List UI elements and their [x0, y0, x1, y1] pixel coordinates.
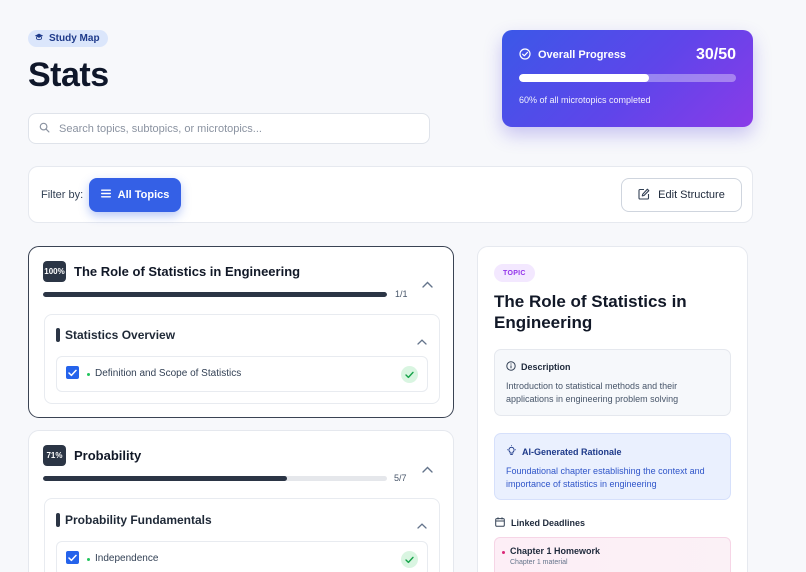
topic-progress-count: 1/1 [395, 289, 408, 299]
filter-label: Filter by: [41, 189, 84, 201]
search-icon [39, 120, 50, 138]
topic-progress-fill [43, 292, 387, 297]
topic-card[interactable]: 71% Probability 5/7 Probability Fundamen… [28, 430, 454, 572]
overall-progress-caption: 60% of all microtopics completed [519, 95, 651, 105]
chevron-up-icon[interactable] [422, 275, 433, 293]
description-label: Description [521, 362, 571, 372]
graduation-cap-icon [34, 32, 44, 45]
deadline-item[interactable]: Chapter 1 Homework Chapter 1 material [494, 537, 731, 572]
description-box: Description Introduction to statistical … [494, 349, 731, 416]
info-icon [506, 361, 516, 373]
deadline-dot [502, 551, 505, 554]
microtopic-row[interactable]: Independence [56, 541, 428, 572]
deadline-title: Chapter 1 Homework [510, 546, 601, 556]
ai-rationale-label: AI-Generated Rationale [522, 446, 622, 457]
subtopic-title: Statistics Overview [65, 328, 176, 342]
check-circle-icon [519, 47, 531, 63]
overall-progress-card: Overall Progress 30/50 60% of all microt… [502, 30, 753, 127]
subtopic-accent [56, 328, 60, 342]
overall-progress-label: Overall Progress [538, 49, 627, 61]
subtopic-title: Probability Fundamentals [65, 513, 212, 527]
topic-progress-bar [43, 292, 387, 297]
chevron-up-icon[interactable] [422, 460, 433, 478]
edit-structure-button[interactable]: Edit Structure [621, 178, 742, 212]
microtopic-row[interactable]: Definition and Scope of Statistics [56, 356, 428, 392]
topic-progress-count: 5/7 [394, 473, 407, 483]
microtopic-label: Definition and Scope of Statistics [95, 368, 242, 379]
chevron-up-icon[interactable] [417, 516, 427, 534]
linked-deadlines-label: Linked Deadlines [511, 518, 586, 528]
microtopic-checkbox[interactable] [66, 366, 79, 379]
subtopic-card[interactable]: Probability Fundamentals Independence [44, 498, 440, 572]
microtopic-checkbox[interactable] [66, 551, 79, 564]
subtopic-card[interactable]: Statistics Overview Definition and Scope… [44, 314, 440, 404]
search-input[interactable]: Search topics, subtopics, or microtopics… [28, 113, 430, 144]
overall-progress-fill [519, 74, 650, 82]
page-title: Stats [28, 56, 109, 94]
detail-title: The Role of Statistics in Engineering [494, 292, 687, 332]
topic-card[interactable]: 100% The Role of Statistics in Engineeri… [28, 246, 454, 418]
study-map-pill[interactable]: Study Map [28, 30, 108, 47]
calendar-icon [495, 517, 505, 529]
topic-progress-bar [43, 476, 387, 481]
status-dot [87, 558, 90, 561]
subtopic-accent [56, 513, 60, 527]
topic-title: The Role of Statistics in Engineering [74, 264, 301, 279]
all-topics-button[interactable]: All Topics [89, 178, 181, 212]
topic-detail-panel: TOPIC The Role of Statistics in Engineer… [477, 246, 748, 572]
deadline-subtitle: Chapter 1 material [510, 559, 568, 566]
search-placeholder: Search topics, subtopics, or microtopics… [59, 122, 262, 135]
topic-title: Probability [74, 448, 142, 463]
lightbulb-icon [506, 445, 517, 458]
edit-structure-label: Edit Structure [658, 189, 725, 201]
check-icon [401, 366, 418, 383]
topic-percent-badge: 100% [43, 261, 66, 282]
filter-bar: Filter by: All Topics Edit Structure [28, 166, 753, 223]
description-text: Introduction to statistical methods and … [506, 381, 679, 404]
check-icon [401, 551, 418, 568]
overall-progress-bar [519, 74, 736, 82]
list-icon [100, 189, 111, 201]
ai-rationale-box: AI-Generated Rationale Foundational chap… [494, 433, 731, 500]
topic-percent-badge: 71% [43, 445, 66, 466]
topic-progress-fill [43, 476, 288, 481]
topic-type-pill: TOPIC [494, 264, 535, 282]
chevron-up-icon[interactable] [417, 332, 427, 350]
overall-progress-count: 30/50 [695, 46, 736, 63]
linked-deadlines-heading: Linked Deadlines [495, 517, 585, 529]
study-map-label: Study Map [49, 33, 100, 44]
all-topics-label: All Topics [117, 189, 170, 201]
ai-rationale-text: Foundational chapter establishing the co… [506, 466, 705, 489]
microtopic-label: Independence [95, 553, 159, 564]
edit-icon [638, 188, 650, 203]
status-dot [87, 373, 90, 376]
